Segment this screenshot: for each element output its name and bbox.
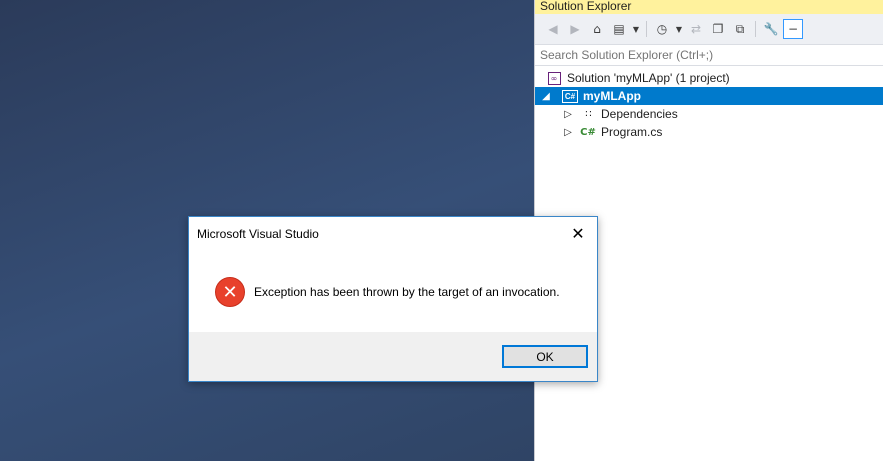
tree-item-label: Solution 'myMLApp' (1 project): [567, 71, 730, 85]
switch-views-icon[interactable]: ▤: [609, 19, 629, 39]
dialog-title: Microsoft Visual Studio: [197, 227, 319, 241]
forward-icon[interactable]: ▶: [565, 19, 585, 39]
tree-item-dependencies[interactable]: ▷ ∷ Dependencies: [535, 105, 883, 123]
search-input[interactable]: [540, 48, 883, 62]
solution-explorer-toolbar: ◀ ▶ ⌂ ▤ ▼ ◷ ▼ ⇄ ❐ ⧉ 🔧 −: [535, 14, 883, 44]
properties-wrench-icon[interactable]: 🔧: [761, 19, 781, 39]
csharp-project-icon: C#: [561, 88, 579, 104]
collapsed-arrow-icon[interactable]: ▷: [561, 109, 575, 120]
dialog-footer: OK: [189, 332, 597, 381]
back-icon[interactable]: ◀: [543, 19, 563, 39]
dialog-message: Exception has been thrown by the target …: [254, 285, 560, 299]
error-dialog: Microsoft Visual Studio ✕ ✕ Exception ha…: [188, 216, 598, 382]
csharp-file-icon: C#: [580, 126, 596, 138]
dependencies-icon: ∷: [585, 108, 591, 120]
solution-icon: ∞: [545, 70, 563, 86]
expanded-arrow-icon[interactable]: ◢: [539, 91, 553, 102]
tree-item-solution[interactable]: ∞ Solution 'myMLApp' (1 project): [535, 69, 883, 87]
tree-item-label: Program.cs: [601, 125, 663, 139]
solution-tree: ∞ Solution 'myMLApp' (1 project) ◢ C# my…: [535, 69, 883, 141]
show-all-files-icon[interactable]: ⧉: [730, 19, 750, 39]
preview-selected-items-icon[interactable]: −: [783, 19, 803, 39]
collapsed-arrow-icon[interactable]: ▷: [561, 127, 575, 138]
error-icon: ✕: [215, 277, 245, 307]
toolbar-separator: [646, 21, 647, 37]
chevron-down-icon[interactable]: ▼: [674, 19, 684, 39]
home-icon[interactable]: ⌂: [587, 19, 607, 39]
close-icon[interactable]: ✕: [565, 221, 591, 245]
solution-explorer-search[interactable]: [535, 44, 883, 66]
collapse-all-icon[interactable]: ❐: [708, 19, 728, 39]
toolbar-separator: [755, 21, 756, 37]
tree-item-program[interactable]: ▷ C# Program.cs: [535, 123, 883, 141]
chevron-down-icon[interactable]: ▼: [631, 19, 641, 39]
tree-item-label: myMLApp: [583, 89, 641, 103]
tree-item-label: Dependencies: [601, 107, 678, 121]
sync-with-document-icon[interactable]: ⇄: [686, 19, 706, 39]
solution-explorer-title: Solution Explorer: [535, 0, 883, 14]
pending-changes-filter-icon[interactable]: ◷: [652, 19, 672, 39]
ok-button[interactable]: OK: [502, 345, 588, 368]
tree-item-project[interactable]: ◢ C# myMLApp: [535, 87, 883, 105]
